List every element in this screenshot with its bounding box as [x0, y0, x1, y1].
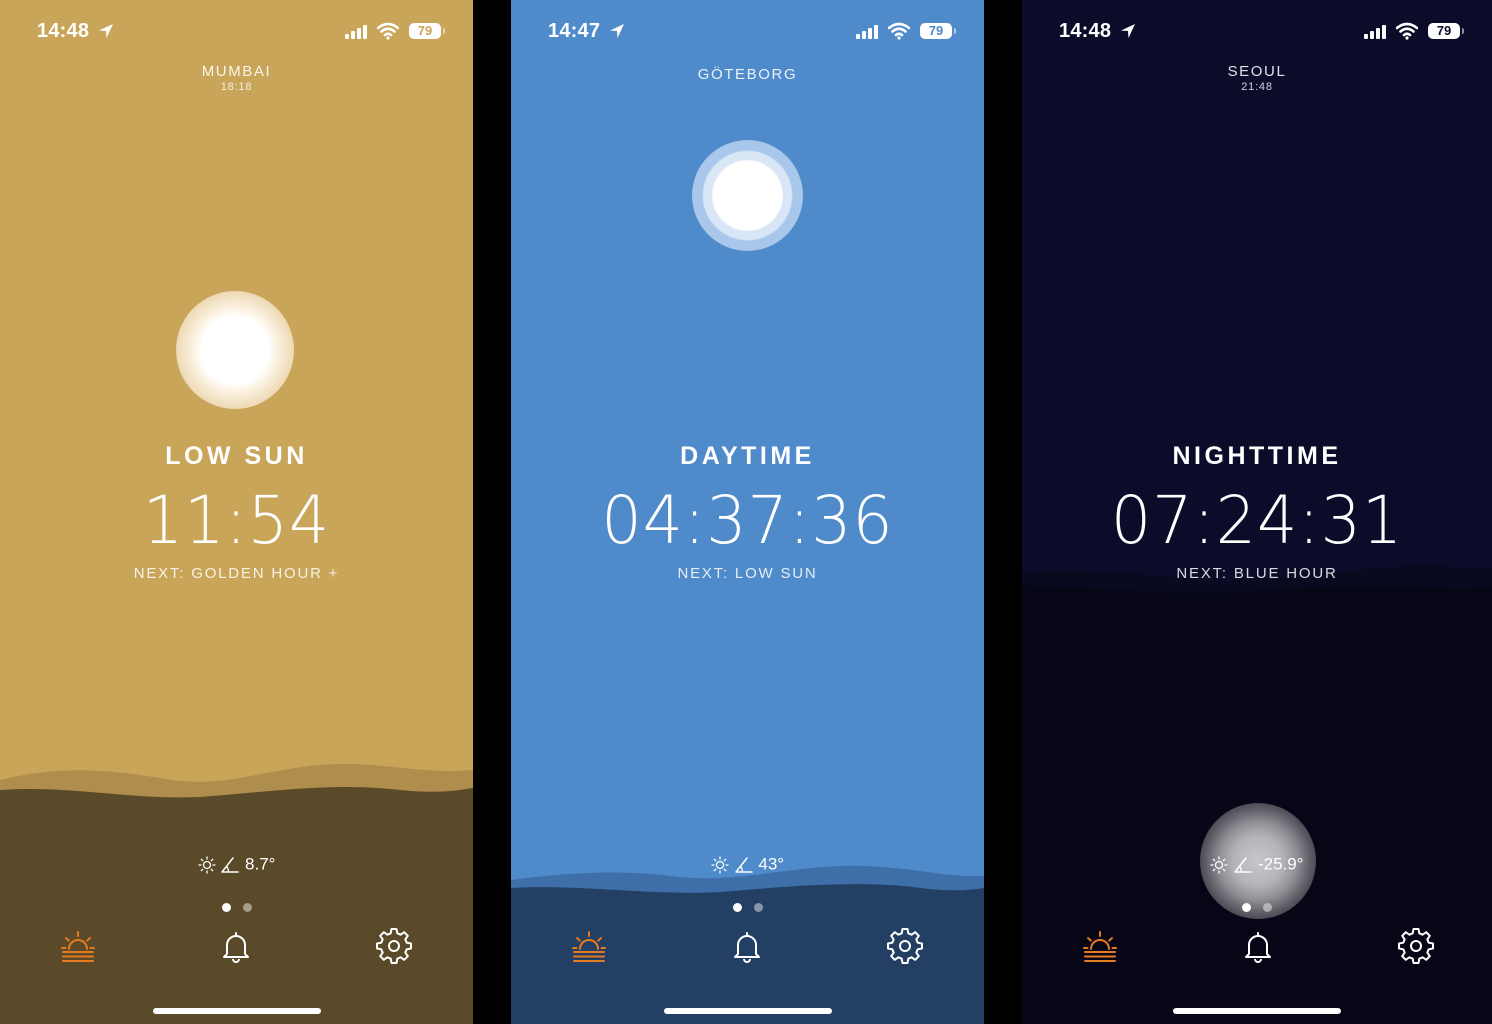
angle-icon: [734, 856, 753, 873]
status-bar-time: 14:48: [37, 20, 90, 42]
sun-graphic: [692, 140, 803, 251]
tab-alerts[interactable]: [1240, 928, 1276, 964]
page-indicator[interactable]: [1022, 903, 1492, 912]
page-indicator[interactable]: [0, 903, 473, 912]
phone-screen-mumbai: 14:48 79 MUMBAI 18:18 LOW SUN 11:54 NEXT…: [0, 0, 473, 1024]
phone-screen-goteborg: 14:47 79 GÖTEBORG DAYTIME 04:37:36 NEXT:…: [511, 0, 984, 1024]
cellular-signal-icon: [856, 25, 878, 39]
next-phase-label: NEXT: LOW SUN: [677, 565, 818, 582]
home-indicator[interactable]: [1173, 1008, 1341, 1014]
page-dot-active[interactable]: [732, 903, 742, 912]
countdown-timer: 07:24:31: [1110, 482, 1404, 559]
city-name[interactable]: GÖTEBORG: [511, 66, 984, 83]
battery-indicator: 79: [920, 23, 956, 39]
tab-settings[interactable]: [1398, 928, 1434, 964]
sunrise-icon: [61, 931, 95, 962]
city-local-time: 18:18: [220, 81, 253, 93]
page-dot[interactable]: [1263, 903, 1272, 912]
sun-small-icon: [1210, 855, 1229, 874]
bell-icon: [1245, 932, 1271, 963]
elevation-value: 43°: [758, 854, 785, 874]
battery-indicator: 79: [1428, 23, 1464, 39]
cellular-signal-icon: [345, 25, 367, 39]
page-dot-active[interactable]: [221, 903, 231, 912]
angle-icon: [1234, 856, 1252, 873]
gear-icon: [1398, 928, 1434, 964]
wifi-icon: [1396, 22, 1418, 40]
sunrise-icon: [572, 931, 606, 962]
gear-icon: [887, 928, 923, 964]
tab-sun[interactable]: [60, 928, 96, 964]
location-arrow-icon: [99, 24, 113, 38]
status-bar-time: 14:47: [548, 20, 601, 42]
tab-settings[interactable]: [887, 928, 923, 964]
tab-sun[interactable]: [571, 928, 607, 964]
wifi-icon: [888, 22, 910, 40]
city-name[interactable]: MUMBAI: [0, 63, 473, 80]
home-indicator[interactable]: [152, 1008, 321, 1014]
angle-icon: [221, 856, 240, 873]
city-local-time: 21:48: [1241, 81, 1273, 93]
page-dot-active[interactable]: [1242, 903, 1251, 912]
tab-alerts[interactable]: [218, 928, 254, 964]
tab-alerts[interactable]: [729, 928, 765, 964]
sun-graphic: [176, 291, 294, 409]
countdown-timer: 11:54: [142, 482, 331, 559]
status-bar-time: 14:48: [1059, 20, 1112, 42]
elevation-value: 8.7°: [245, 854, 276, 874]
countdown-timer: 04:37:36: [601, 482, 894, 559]
sun-elevation: 8.7°: [0, 854, 473, 875]
home-indicator[interactable]: [663, 1008, 832, 1014]
page-indicator[interactable]: [511, 903, 984, 912]
tab-settings[interactable]: [376, 928, 412, 964]
phase-title: DAYTIME: [680, 442, 815, 470]
battery-indicator: 79: [409, 23, 445, 39]
sunrise-icon: [1083, 931, 1117, 962]
gear-icon: [376, 928, 412, 964]
phase-title: LOW SUN: [165, 442, 308, 470]
sun-elevation: 43°: [511, 854, 984, 875]
bell-icon: [734, 932, 760, 963]
sun-elevation: -25.9°: [1022, 854, 1492, 875]
city-name[interactable]: SEOUL: [1022, 63, 1492, 80]
tab-sun[interactable]: [1082, 928, 1118, 964]
bell-icon: [223, 932, 249, 963]
location-arrow-icon: [610, 24, 624, 38]
cellular-signal-icon: [1364, 25, 1386, 39]
next-phase-label: NEXT: BLUE HOUR: [1176, 565, 1338, 582]
page-dot[interactable]: [242, 903, 252, 912]
page-dot[interactable]: [753, 903, 763, 912]
next-phase-label: NEXT: GOLDEN HOUR +: [133, 565, 340, 582]
wifi-icon: [377, 22, 399, 40]
sun-small-icon: [197, 855, 216, 874]
elevation-value: -25.9°: [1257, 854, 1304, 874]
location-arrow-icon: [1121, 24, 1135, 38]
phone-screen-seoul: 14:48 79 SEOUL 21:48 NIGHTTIME 07:24:31 …: [1022, 0, 1492, 1024]
phase-title: NIGHTTIME: [1172, 442, 1342, 470]
sun-small-icon: [711, 855, 729, 874]
